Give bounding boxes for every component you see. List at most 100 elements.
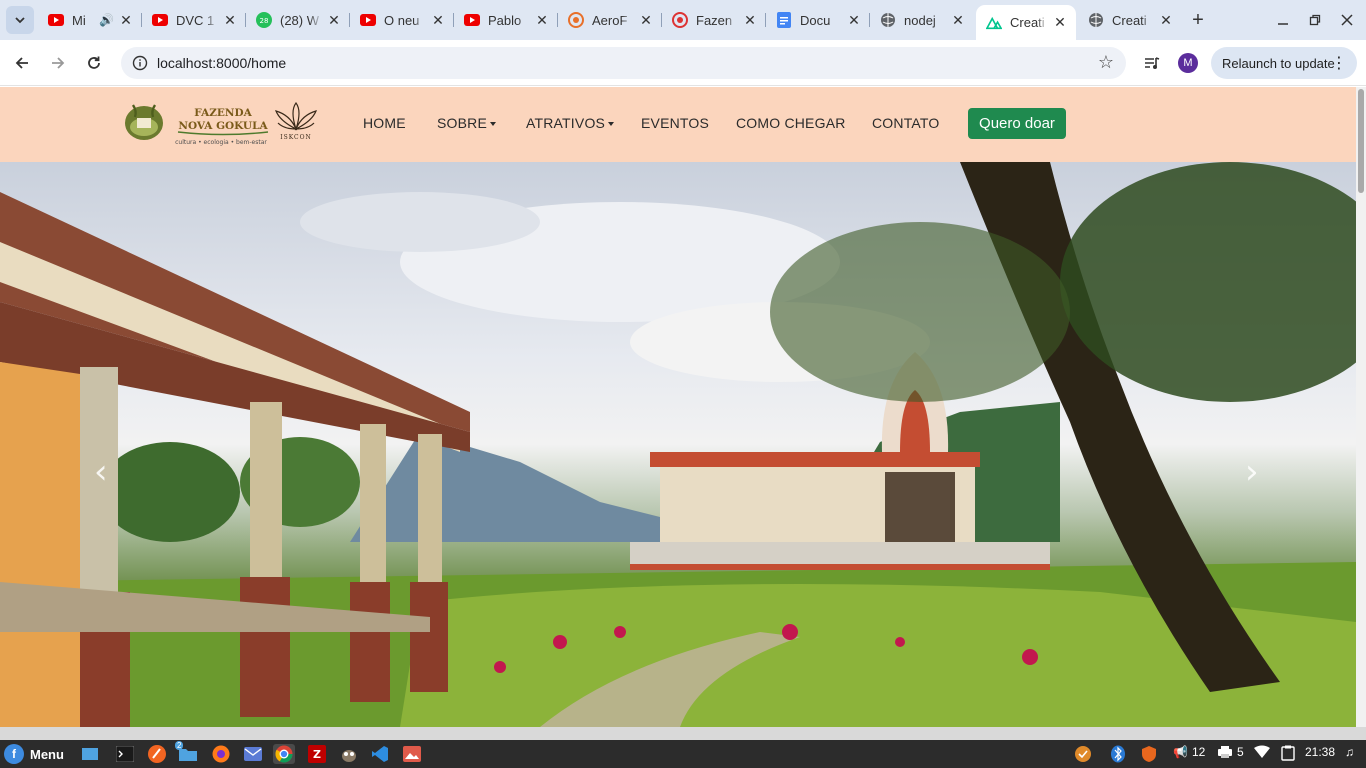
site-navbar: FAZENDA NOVA GOKULA cultura • ecologia •… <box>0 87 1356 162</box>
tab-8[interactable]: nodej ✕ <box>870 6 974 34</box>
queue-music-icon <box>1145 57 1160 69</box>
site-logo[interactable]: FAZENDA NOVA GOKULA cultura • ecologia •… <box>122 99 322 153</box>
info-icon[interactable] <box>131 54 149 72</box>
vertical-scrollbar[interactable] <box>1356 87 1366 727</box>
restore-button[interactable] <box>1303 8 1327 32</box>
close-tab-icon[interactable]: ✕ <box>326 12 342 28</box>
nuxt-icon <box>986 15 1002 31</box>
firefox-icon[interactable] <box>210 744 232 764</box>
globe-icon <box>880 12 896 28</box>
megaphone-icon: 📢 <box>1173 745 1188 759</box>
close-tab-icon[interactable]: ✕ <box>638 12 654 28</box>
tab-5[interactable]: AeroF ✕ <box>558 6 662 34</box>
mail-icon[interactable] <box>242 744 264 764</box>
close-tab-icon[interactable]: ✕ <box>222 12 238 28</box>
printer-icon <box>1218 746 1232 758</box>
tab-10[interactable]: Creati ✕ <box>1078 6 1182 34</box>
tab-0[interactable]: Mi 🔊 ✕ <box>38 6 142 34</box>
donate-button[interactable]: Quero doar <box>968 108 1066 139</box>
tab-title: Creati <box>1010 15 1045 30</box>
close-window-button[interactable] <box>1335 8 1359 32</box>
tab-search-button[interactable] <box>6 6 34 34</box>
tab-title: nodej <box>904 12 936 28</box>
clipboard-icon[interactable] <box>1281 745 1295 761</box>
image-viewer-icon[interactable] <box>401 744 423 764</box>
terminal-icon[interactable] <box>114 744 136 764</box>
close-tab-icon[interactable]: ✕ <box>430 12 446 28</box>
reload-button[interactable] <box>80 49 108 77</box>
music-note-icon[interactable]: ♫ <box>1345 745 1354 759</box>
page-viewport: FAZENDA NOVA GOKULA cultura • ecologia •… <box>0 87 1356 727</box>
hero-carousel: ‹ › <box>0 162 1356 727</box>
back-button[interactable] <box>8 49 36 77</box>
address-bar[interactable]: localhost:8000/home ☆ <box>121 47 1126 79</box>
tab-title: Mi <box>72 12 86 28</box>
media-controls-button[interactable] <box>1138 49 1166 77</box>
wifi-icon[interactable] <box>1254 745 1270 759</box>
close-tab-icon[interactable]: ✕ <box>534 12 550 28</box>
more-menu-icon[interactable]: ⋮ <box>1331 53 1347 73</box>
docs-icon <box>776 12 792 28</box>
arrow-left-icon <box>15 57 28 69</box>
update-notifier-icon[interactable] <box>1074 745 1092 763</box>
close-tab-icon[interactable]: ✕ <box>1158 12 1174 28</box>
chevron-down-icon <box>15 17 25 24</box>
printer-count: 5 <box>1237 745 1244 759</box>
tab-4[interactable]: Pablo ✕ <box>454 6 558 34</box>
youtube-icon <box>48 12 64 28</box>
close-tab-icon[interactable]: ✕ <box>846 12 862 28</box>
tab-title: Fazen <box>696 12 733 28</box>
nav-sobre[interactable]: SOBRE <box>437 115 497 131</box>
nav-home[interactable]: HOME <box>363 115 406 131</box>
tab-title: O neu <box>384 12 420 28</box>
close-tab-icon[interactable]: ✕ <box>118 12 134 28</box>
minimize-icon <box>1278 23 1288 25</box>
whatsapp-icon: 28 <box>256 12 272 28</box>
clock[interactable]: 21:38 <box>1305 745 1335 759</box>
svg-text:cultura • ecologia • bem-estar: cultura • ecologia • bem-estar <box>175 139 267 146</box>
svg-text:28: 28 <box>260 17 269 25</box>
filezilla-icon[interactable]: Z <box>306 744 328 764</box>
tab-6[interactable]: Fazen ✕ <box>662 6 766 34</box>
nav-atrativos[interactable]: ATRATIVOS <box>526 115 615 131</box>
gimp-icon[interactable] <box>338 744 360 764</box>
files-icon[interactable]: 2 <box>175 741 199 764</box>
youtube-icon <box>152 12 168 28</box>
show-desktop-icon[interactable] <box>79 744 101 764</box>
nav-como-chegar[interactable]: COMO CHEGAR <box>736 115 846 131</box>
close-tab-icon[interactable]: ✕ <box>1052 14 1068 31</box>
forward-button[interactable] <box>44 49 72 77</box>
tab-2[interactable]: 28 (28) W ✕ <box>246 6 350 34</box>
close-tab-icon[interactable]: ✕ <box>742 12 758 28</box>
new-tab-button[interactable]: + <box>1186 8 1210 32</box>
close-tab-icon[interactable]: ✕ <box>950 12 966 28</box>
tab-1[interactable]: DVC 1 ✕ <box>142 6 246 34</box>
printers-tray[interactable]: 5 <box>1217 745 1244 759</box>
bookmark-star-icon[interactable]: ☆ <box>1098 52 1114 73</box>
start-menu-button[interactable]: f Menu <box>4 743 64 765</box>
youtube-icon <box>360 12 376 28</box>
vscode-icon[interactable] <box>369 744 391 764</box>
profile-avatar[interactable]: M <box>1178 53 1198 73</box>
tab-3[interactable]: O neu ✕ <box>350 6 454 34</box>
security-shield-icon[interactable] <box>1141 745 1157 763</box>
nav-contato[interactable]: CONTATO <box>872 115 940 131</box>
horizontal-scrollbar[interactable] <box>0 727 1366 740</box>
tab-7[interactable]: Docu ✕ <box>766 6 870 34</box>
tab-9-active[interactable]: Creati ✕ <box>976 5 1076 40</box>
relaunch-button[interactable]: Relaunch to update ⋮ <box>1211 47 1357 79</box>
carousel-next-button[interactable]: › <box>1245 452 1259 492</box>
tab-strip: Mi 🔊 ✕ DVC 1 ✕ 28 (28) W ✕ O neu ✕ Pablo… <box>0 0 1366 40</box>
nav-eventos[interactable]: EVENTOS <box>641 115 709 131</box>
scrollbar-thumb[interactable] <box>1358 89 1364 193</box>
notifications-tray[interactable]: 📢 12 <box>1173 745 1205 759</box>
bluetooth-icon[interactable] <box>1110 745 1126 763</box>
speaker-icon[interactable]: 🔊 <box>99 13 114 27</box>
minimize-button[interactable] <box>1271 8 1295 32</box>
chrome-icon[interactable] <box>273 744 295 764</box>
text-editor-icon[interactable] <box>146 744 168 764</box>
carousel-prev-button[interactable]: ‹ <box>94 452 108 492</box>
svg-text:Z: Z <box>313 748 321 761</box>
svg-text:FAZENDA: FAZENDA <box>194 107 252 119</box>
tab-title: AeroF <box>592 12 628 28</box>
